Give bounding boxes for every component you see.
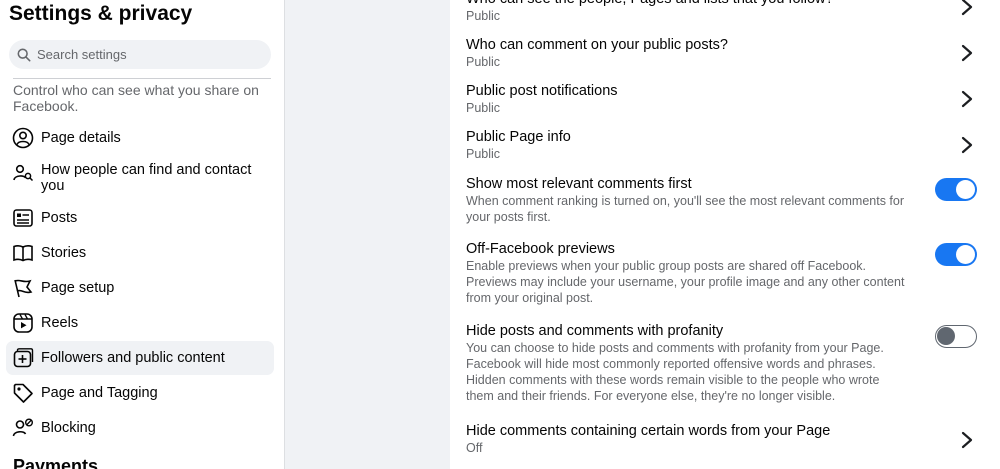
payments-section-heading: Payments xyxy=(13,456,99,469)
sidebar-item-page-tagging[interactable]: Page and Tagging xyxy=(6,376,274,410)
sidebar-title: Settings & privacy xyxy=(9,2,193,25)
posts-icon xyxy=(12,207,34,229)
chevron-right-icon[interactable] xyxy=(960,135,974,155)
off-facebook-previews-toggle[interactable] xyxy=(935,243,977,266)
toggle-knob xyxy=(937,327,955,345)
setting-description: When comment ranking is turned on, you'l… xyxy=(466,194,905,224)
setting-row-following-visibility[interactable]: Who can see the people, Pages and lists … xyxy=(466,0,986,24)
toggle-knob xyxy=(956,245,975,264)
setting-value: Public xyxy=(466,55,501,69)
flag-icon xyxy=(12,277,34,299)
sidebar-item-find-contact[interactable]: How people can find and contact you xyxy=(6,160,274,200)
setting-title: Show most relevant comments first xyxy=(466,176,692,192)
sidebar-item-stories[interactable]: Stories xyxy=(6,236,274,270)
sidebar-item-label: Blocking xyxy=(41,420,96,436)
sidebar-item-blocking[interactable]: Blocking xyxy=(6,411,274,445)
followers-icon xyxy=(12,347,34,369)
search-box[interactable] xyxy=(9,40,271,69)
setting-row-hide-words[interactable]: Hide comments containing certain words f… xyxy=(466,422,986,456)
sidebar-item-followers[interactable]: Followers and public content xyxy=(6,341,274,375)
sidebar-item-label: Page setup xyxy=(41,280,115,296)
tag-icon xyxy=(12,382,34,404)
setting-title: Who can see the people, Pages and lists … xyxy=(466,0,986,8)
setting-title: Public post notifications xyxy=(466,83,618,99)
search-input[interactable] xyxy=(31,47,257,62)
sidebar-item-label: Page and Tagging xyxy=(41,385,158,401)
setting-value: Off xyxy=(466,441,483,455)
person-circle-icon xyxy=(12,127,34,149)
setting-value: Public xyxy=(466,9,501,23)
sidebar-item-reels[interactable]: Reels xyxy=(6,306,274,340)
chevron-right-icon[interactable] xyxy=(960,430,974,450)
sidebar-divider xyxy=(13,78,271,79)
chevron-right-icon[interactable] xyxy=(960,0,974,17)
setting-row-profanity-filter: Hide posts and comments with profanity Y… xyxy=(466,322,986,404)
reels-icon xyxy=(12,312,34,334)
settings-panel: Who can see the people, Pages and lists … xyxy=(450,0,1000,469)
book-icon xyxy=(12,242,34,264)
setting-title: Public Page info xyxy=(466,129,571,145)
setting-title: Hide comments containing certain words f… xyxy=(466,423,831,439)
sidebar-item-label: Page details xyxy=(41,130,121,146)
setting-row-comment-permission[interactable]: Who can comment on your public posts? Pu… xyxy=(466,36,986,70)
setting-row-page-info[interactable]: Public Page info Public xyxy=(466,128,986,162)
sidebar-item-page-setup[interactable]: Page setup xyxy=(6,271,274,305)
sidebar-item-label: Stories xyxy=(41,245,87,261)
chevron-right-icon[interactable] xyxy=(960,43,974,63)
sidebar-item-page-details[interactable]: Page details xyxy=(6,121,274,155)
sidebar-item-label: Followers and public content xyxy=(41,350,225,366)
sidebar-item-posts[interactable]: Posts xyxy=(6,201,274,235)
setting-value: Public xyxy=(466,101,501,115)
setting-value: Public xyxy=(466,147,501,161)
profanity-filter-toggle[interactable] xyxy=(935,325,977,348)
setting-title: Who can comment on your public posts? xyxy=(466,37,728,53)
settings-sidebar: Settings & privacy Control who can see w… xyxy=(0,0,285,469)
sidebar-item-label: How people can find and contact you xyxy=(41,162,252,194)
setting-title: Hide posts and comments with profanity xyxy=(466,323,724,339)
sidebar-item-label: Reels xyxy=(41,315,79,331)
setting-description: Enable previews when your public group p… xyxy=(466,259,905,305)
setting-row-off-facebook-previews: Off-Facebook previews Enable previews wh… xyxy=(466,240,986,306)
search-icon xyxy=(17,48,31,61)
sidebar-item-label: Posts xyxy=(41,210,78,226)
setting-row-post-notifications[interactable]: Public post notifications Public xyxy=(466,82,986,116)
setting-description: You can choose to hide posts and comment… xyxy=(466,341,884,371)
toggle-knob xyxy=(956,180,975,199)
relevant-comments-toggle[interactable] xyxy=(935,178,977,201)
people-search-icon xyxy=(12,162,34,184)
setting-row-relevant-comments: Show most relevant comments first When c… xyxy=(466,175,986,225)
block-user-icon xyxy=(12,417,34,439)
sidebar-description: Control who can see what you share on Fa… xyxy=(13,82,259,114)
setting-description-extra: Hidden comments with these words remain … xyxy=(466,373,880,403)
setting-title: Off-Facebook previews xyxy=(466,241,615,257)
chevron-right-icon[interactable] xyxy=(960,89,974,109)
